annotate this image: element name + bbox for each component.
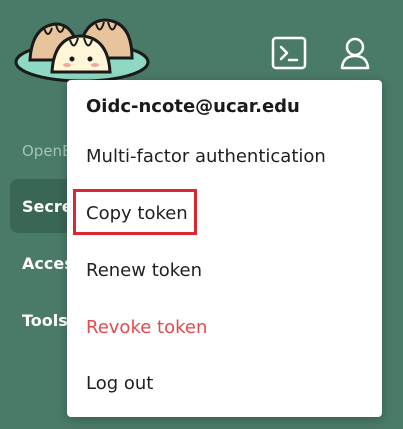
user-icon[interactable]	[337, 35, 373, 71]
terminal-icon[interactable]	[271, 35, 307, 71]
user-email: Oidc-ncote@ucar.edu	[86, 96, 300, 117]
menu-item-renew-token[interactable]: Renew token	[86, 260, 202, 281]
sidebar-section-label: OpenB	[22, 142, 73, 160]
menu-item-mfa[interactable]: Multi-factor authentication	[86, 146, 326, 167]
app-logo	[14, 18, 150, 83]
menu-item-log-out[interactable]: Log out	[86, 373, 153, 394]
menu-item-copy-token[interactable]: Copy token	[86, 203, 188, 224]
user-dropdown-menu: Oidc-ncote@ucar.edu Multi-factor authent…	[67, 80, 382, 417]
menu-item-revoke-token[interactable]: Revoke token	[86, 317, 207, 338]
